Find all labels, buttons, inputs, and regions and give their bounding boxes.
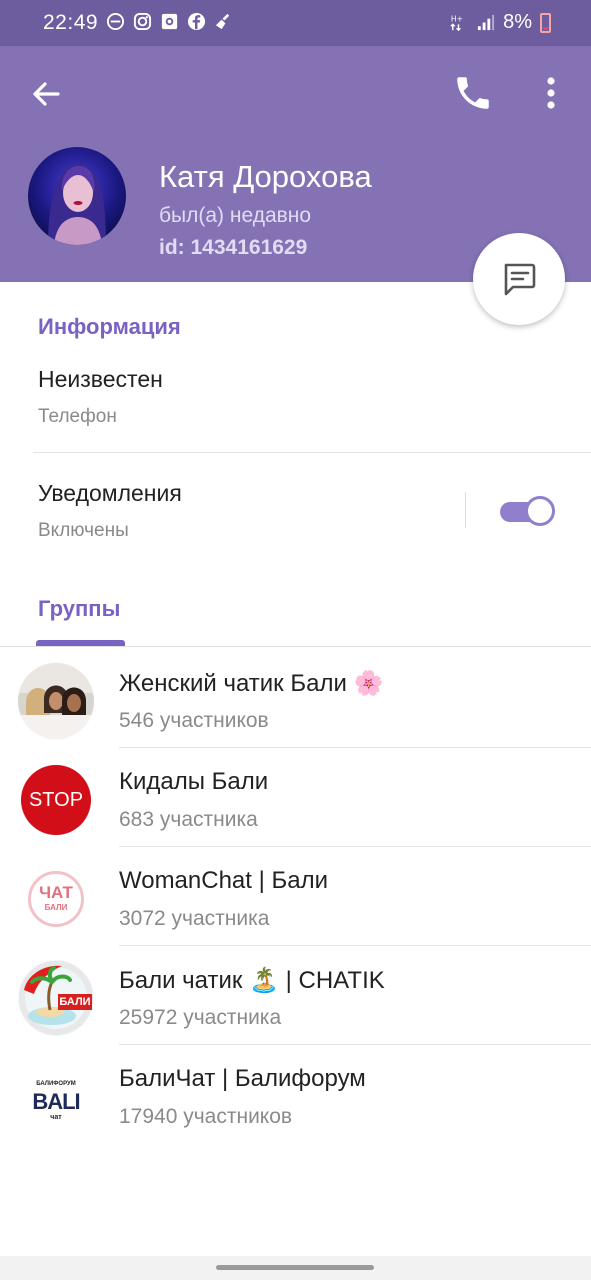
phone-label: Телефон: [38, 406, 117, 427]
facebook-icon: [187, 12, 206, 31]
battery-icon: [540, 12, 551, 33]
group-member-count: 17940 участников: [119, 1105, 293, 1128]
logo-top-text: БАЛИФОРУМ: [36, 1081, 76, 1087]
profile-photo: [28, 147, 126, 245]
tab-divider: [0, 646, 591, 647]
camera-icon: [161, 13, 178, 30]
do-not-disturb-icon: [106, 12, 125, 31]
phone-value: Неизвестен: [38, 366, 163, 392]
profile-name: Катя Дорохова: [159, 159, 372, 194]
group-name: Женский чатик Бали 🌸: [119, 670, 384, 697]
notifications-title: Уведомления: [38, 480, 182, 506]
instagram-icon: [133, 12, 152, 31]
data-transfer-icon: H+: [450, 15, 463, 32]
group-photo: [18, 663, 94, 739]
profile-avatar[interactable]: [28, 147, 126, 245]
back-arrow-icon[interactable]: [26, 74, 66, 114]
status-bar: 22:49 H+ 8%: [0, 0, 591, 46]
tab-groups[interactable]: Группы: [38, 596, 120, 622]
divider: [33, 452, 591, 453]
system-indicators: H+ 8%: [449, 11, 551, 34]
toggle-knob: [525, 496, 555, 526]
group-member-count: 546 участников: [119, 709, 269, 732]
broom-icon: [215, 13, 230, 30]
system-navigation-bar: [0, 1256, 591, 1280]
logo-text: ЧАТ: [39, 883, 73, 902]
group-item[interactable]: ЧАТ БАЛИ WomanChat | Бали 3072 участника: [0, 847, 591, 946]
logo-text: БАЛИ: [59, 996, 91, 1008]
logo-subtext: чат: [50, 1114, 62, 1121]
message-icon: [504, 263, 536, 296]
group-member-count: 25972 участника: [119, 1006, 282, 1029]
notifications-toggle[interactable]: [500, 495, 556, 527]
signal-icon: [477, 14, 495, 31]
group-avatar: БАЛИФОРУМ BALI чат: [18, 1059, 94, 1135]
vertical-separator: [465, 492, 466, 528]
group-avatar: БАЛИ: [18, 960, 94, 1036]
group-name: БалиЧат | Балифорум: [119, 1065, 366, 1092]
stop-sign-avatar: STOP: [21, 765, 91, 835]
battery-percent: 8%: [503, 11, 532, 33]
group-item[interactable]: БАЛИФОРУМ BALI чат БалиЧат | Балифорум 1…: [0, 1045, 591, 1144]
logo-subtext: БАЛИ: [44, 903, 68, 912]
user-id: id: 1434161629: [159, 236, 308, 259]
group-avatar: ЧАТ БАЛИ: [18, 861, 94, 937]
group-name: WomanChat | Бали: [119, 867, 329, 894]
notification-icons: [106, 12, 233, 31]
group-member-count: 683 участника: [119, 808, 258, 831]
group-item[interactable]: STOP Кидалы Бали 683 участника: [0, 748, 591, 847]
phone-call-icon[interactable]: [452, 72, 494, 114]
status-time: 22:49: [43, 11, 99, 34]
last-seen-status: был(а) недавно: [159, 204, 312, 227]
group-member-count: 3072 участника: [119, 907, 270, 930]
group-avatar: [18, 663, 94, 739]
group-name: Кидалы Бали: [119, 768, 269, 795]
group-avatar: STOP: [18, 762, 94, 838]
send-message-button[interactable]: [473, 233, 565, 325]
notifications-state: Включены: [38, 520, 129, 541]
group-item[interactable]: Женский чатик Бали 🌸 546 участников: [0, 649, 591, 748]
more-options-icon[interactable]: [534, 72, 568, 114]
group-item[interactable]: БАЛИ Бали чатик 🏝️ | CHATIK 25972 участн…: [0, 946, 591, 1045]
info-section-title: Информация: [38, 314, 181, 339]
logo-text: BALI: [32, 1089, 80, 1114]
group-name: Бали чатик 🏝️ | CHATIK: [119, 967, 385, 994]
home-gesture-pill[interactable]: [216, 1265, 374, 1270]
svg-text:H+: H+: [451, 15, 463, 24]
